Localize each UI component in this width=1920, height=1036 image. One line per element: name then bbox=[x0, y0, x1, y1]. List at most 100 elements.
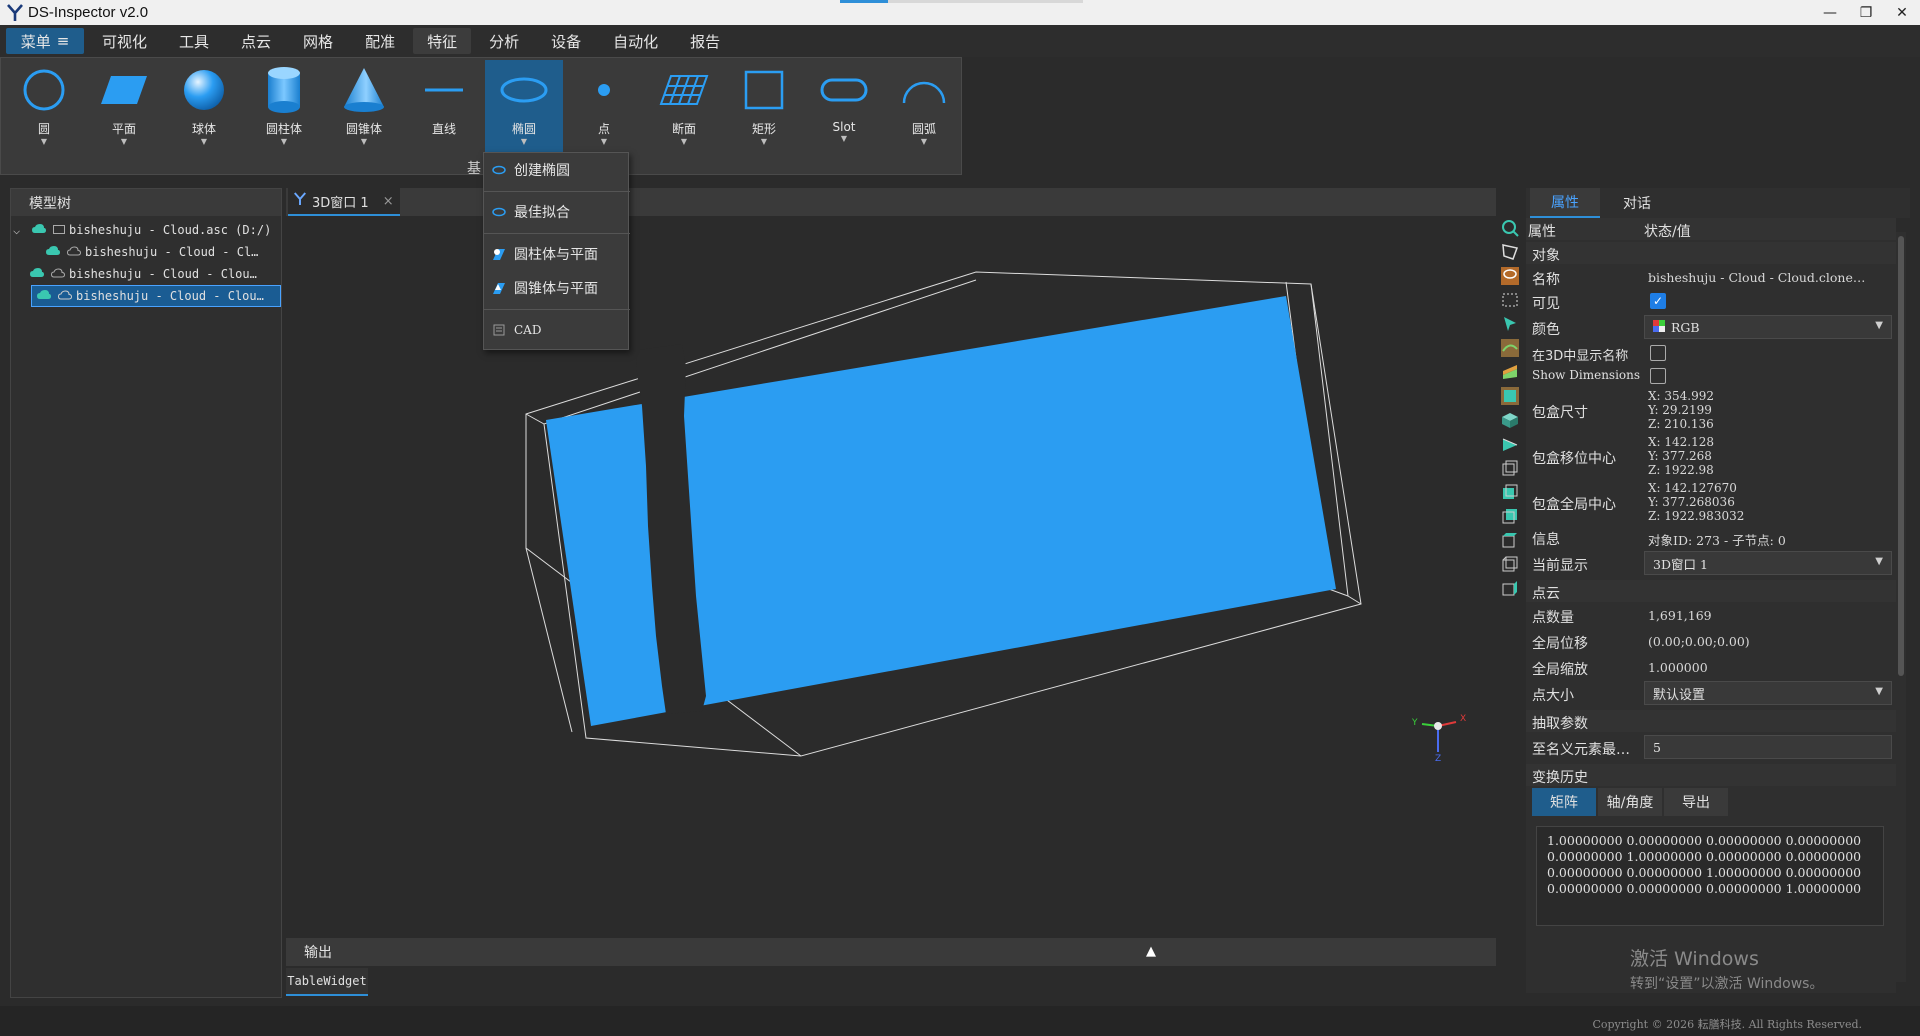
tool-line[interactable]: 直线 bbox=[405, 60, 483, 152]
tool-arc[interactable]: 圆弧 ▼ bbox=[885, 60, 963, 152]
tool-sphere[interactable]: 球体 ▼ bbox=[165, 60, 243, 152]
section-subsample-label: 抽取参数 bbox=[1532, 716, 1588, 732]
dd-best-fit[interactable]: 最佳拟合 bbox=[484, 197, 630, 227]
main-menu-button[interactable]: 菜单 ≡ bbox=[6, 28, 84, 54]
cube-back-icon[interactable] bbox=[1498, 552, 1522, 576]
minimize-button[interactable]: — bbox=[1812, 0, 1848, 25]
tree-row-child[interactable]: bisheshuju - Cloud - Cl… bbox=[45, 241, 279, 263]
bounding-box-edge bbox=[525, 547, 573, 733]
dd-create-ellipse[interactable]: 创建椭圆 bbox=[484, 155, 630, 185]
select-rect-icon[interactable] bbox=[1498, 288, 1522, 312]
activation-line-2: 转到“设置”以激活 Windows。 bbox=[1630, 976, 1824, 992]
tab-properties[interactable]: 属性 bbox=[1530, 188, 1600, 218]
visible-checkbox[interactable]: ✓ bbox=[1650, 293, 1666, 309]
top-view-icon[interactable] bbox=[1498, 408, 1522, 432]
min-elements-input[interactable]: 5 bbox=[1644, 735, 1892, 759]
row-info: 信息 对象ID: 273 - 子节点: 0 bbox=[1526, 526, 1896, 548]
rgb-icon bbox=[1653, 319, 1665, 335]
menu-report[interactable]: 报告 bbox=[676, 28, 734, 54]
surface-view-icon[interactable] bbox=[1498, 336, 1522, 360]
tablewidget-tab[interactable]: TableWidget bbox=[286, 968, 368, 996]
output-panel-header: 输出 ▲ bbox=[286, 938, 1496, 966]
section-cloud-label: 点云 bbox=[1532, 586, 1560, 602]
menu-tools[interactable]: 工具 bbox=[165, 28, 223, 54]
chevron-down-icon: ▼ bbox=[1875, 320, 1883, 331]
scrollbar-thumb[interactable] bbox=[1898, 236, 1904, 676]
tool-rectangle[interactable]: 矩形 ▼ bbox=[725, 60, 803, 152]
menu-point-cloud[interactable]: 点云 bbox=[227, 28, 285, 54]
tab-export[interactable]: 导出 bbox=[1664, 788, 1728, 816]
point-size-combo[interactable]: 默认设置 ▼ bbox=[1644, 681, 1892, 705]
menu-visualize[interactable]: 可视化 bbox=[88, 28, 161, 54]
history-tabs: 矩阵 轴/角度 导出 bbox=[1532, 788, 1730, 816]
expand-triangle-icon[interactable]: ▲ bbox=[1146, 944, 1156, 959]
iso-view-icon[interactable] bbox=[1498, 432, 1522, 456]
tool-slot[interactable]: Slot ▼ bbox=[805, 60, 883, 152]
menu-devices[interactable]: 设备 bbox=[537, 28, 595, 54]
bbox-shift-z: Z: 1922.98 bbox=[1648, 463, 1714, 477]
cone-plane-icon bbox=[484, 281, 514, 295]
bbox-global-values: X: 142.127670 Y: 377.268036 Z: 1922.9830… bbox=[1648, 481, 1744, 523]
row-min-elements: 至名义元素最… 5 bbox=[1526, 734, 1896, 760]
front-view-icon[interactable] bbox=[1498, 384, 1522, 408]
global-shift-value: (0.00;0.00;0.00) bbox=[1648, 634, 1750, 649]
circle-icon bbox=[14, 60, 74, 120]
tree-row-root[interactable]: ⌵ bisheshuju - Cloud.asc (D:/) bbox=[13, 219, 279, 241]
row-bbox-size: 包盒尺寸 X: 354.992 Y: 29.2199 Z: 210.136 bbox=[1526, 388, 1896, 432]
cube-bottom-icon[interactable] bbox=[1498, 576, 1522, 600]
zoom-fit-icon[interactable] bbox=[1498, 216, 1522, 240]
tool-point[interactable]: 点 ▼ bbox=[565, 60, 643, 152]
tree-row-clone[interactable]: bisheshuju - Cloud - Clou… bbox=[29, 263, 279, 285]
menu-registration[interactable]: 配准 bbox=[351, 28, 409, 54]
point-cloud-render[interactable] bbox=[286, 216, 1496, 938]
properties-scrollbar[interactable] bbox=[1896, 232, 1906, 982]
dd-cad[interactable]: CAD bbox=[484, 315, 630, 345]
dd-item-label: 最佳拟合 bbox=[514, 205, 570, 221]
close-button[interactable]: ✕ bbox=[1884, 0, 1920, 25]
global-scale-value: 1.000000 bbox=[1648, 660, 1708, 675]
tool-cone[interactable]: 圆锥体 ▼ bbox=[325, 60, 403, 152]
layers-icon[interactable] bbox=[1498, 360, 1522, 384]
tab-3d-window-1[interactable]: 3D窗口 1 × bbox=[288, 188, 400, 216]
3d-viewport[interactable]: X Y Z bbox=[286, 216, 1496, 938]
tool-cylinder[interactable]: 圆柱体 ▼ bbox=[245, 60, 323, 152]
menu-automation[interactable]: 自动化 bbox=[599, 28, 672, 54]
name-value[interactable]: bisheshuju - Cloud - Cloud.clone… bbox=[1648, 270, 1865, 285]
ellipse-icon bbox=[484, 165, 514, 175]
dd-cone-plane[interactable]: 圆锥体与平面 bbox=[484, 273, 630, 303]
tab-axis-angle[interactable]: 轴/角度 bbox=[1598, 788, 1662, 816]
pointer-icon[interactable] bbox=[1498, 312, 1522, 336]
color-combo[interactable]: RGB ▼ bbox=[1644, 315, 1892, 339]
cube-wire-icon[interactable] bbox=[1498, 456, 1522, 480]
tool-section[interactable]: 断面 ▼ bbox=[645, 60, 723, 152]
tab-dialog[interactable]: 对话 bbox=[1602, 188, 1672, 218]
min-elements-label: 至名义元素最… bbox=[1532, 742, 1630, 758]
cube-front-icon[interactable] bbox=[1498, 480, 1522, 504]
chevron-down-icon: ▼ bbox=[1875, 556, 1883, 567]
show-dims-checkbox[interactable] bbox=[1650, 368, 1666, 384]
tool-ellipse[interactable]: 椭圆 ▼ bbox=[485, 60, 563, 152]
row-visible: 可见 ✓ bbox=[1526, 290, 1896, 312]
current-display-combo[interactable]: 3D窗口 1 ▼ bbox=[1644, 551, 1892, 575]
cad-icon bbox=[484, 324, 514, 336]
cube-side-icon[interactable] bbox=[1498, 504, 1522, 528]
info-value: 对象ID: 273 - 子节点: 0 bbox=[1648, 533, 1786, 548]
tab-close-icon[interactable]: × bbox=[383, 194, 394, 209]
menu-bar: 菜单 ≡ 可视化 工具 点云 网格 配准 特征 分析 设备 自动化 报告 bbox=[0, 25, 1920, 57]
menu-analysis[interactable]: 分析 bbox=[475, 28, 533, 54]
tool-plane[interactable]: 平面 ▼ bbox=[85, 60, 163, 152]
cube-top-icon[interactable] bbox=[1498, 528, 1522, 552]
tool-circle[interactable]: 圆 ▼ bbox=[5, 60, 83, 152]
menu-mesh[interactable]: 网格 bbox=[289, 28, 347, 54]
menu-features[interactable]: 特征 bbox=[413, 28, 472, 54]
min-elements-value: 5 bbox=[1653, 739, 1661, 755]
select-polygon-icon[interactable] bbox=[1498, 240, 1522, 264]
tree-row-selected[interactable]: bisheshuju - Cloud - Clou… bbox=[31, 285, 281, 307]
tab-matrix[interactable]: 矩阵 bbox=[1532, 788, 1596, 816]
dd-cylinder-plane[interactable]: 圆柱体与平面 bbox=[484, 239, 630, 269]
bbox-size-z: Z: 210.136 bbox=[1648, 417, 1714, 431]
axis-x-label: X bbox=[1460, 714, 1467, 724]
show-name-checkbox[interactable] bbox=[1650, 345, 1666, 361]
lasso-icon[interactable] bbox=[1498, 264, 1522, 288]
maximize-button[interactable]: ❐ bbox=[1848, 0, 1884, 25]
